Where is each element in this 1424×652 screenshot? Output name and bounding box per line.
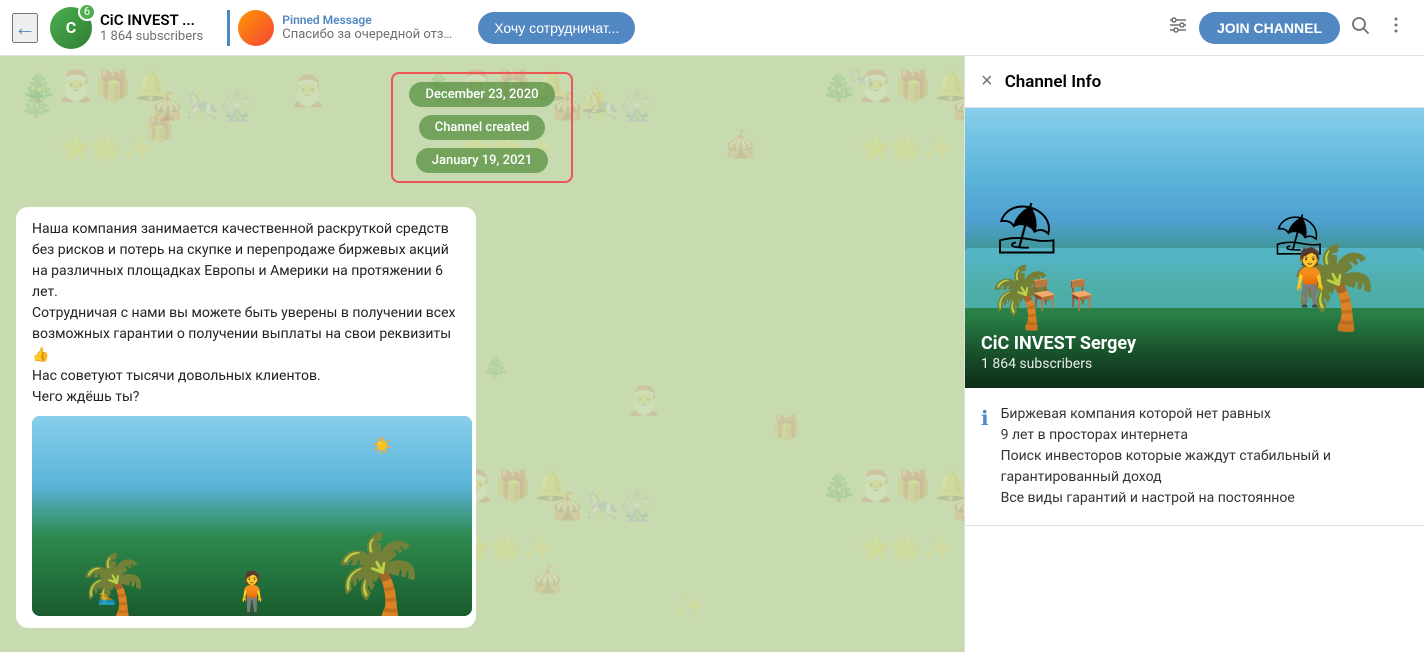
message-text: Наша компания занимается качественной ра… xyxy=(32,219,460,408)
panel-chairs: 🪑🪑 xyxy=(1025,278,1100,313)
channel-created-pill: Channel created xyxy=(419,115,546,140)
image-palm-right: 🌴 xyxy=(328,536,428,616)
main-layout: 🎄 🎁 🎅 ⭐ 🔔 🎪 🎠 🌟 ✨ 🎡 🎄 🎅 🎁 🌟 ⭐ 🔔 🎪 ✨ Dece… xyxy=(0,56,1424,652)
channel-info-header[interactable]: CiC INVEST ... 1 864 subscribers xyxy=(100,11,203,44)
pinned-preview: Спасибо за очередной отзы... xyxy=(282,27,462,42)
panel-channel-subscribers: 1 864 subscribers xyxy=(981,356,1408,372)
desc-line-3: Поиск инвесторов которые жаждут стабильн… xyxy=(1001,446,1408,488)
channel-subscribers: 1 864 subscribers xyxy=(100,29,203,44)
app-header: ← C 6 CiC INVEST ... 1 864 subscribers P… xyxy=(0,0,1424,56)
date-highlight-container: December 23, 2020 Channel created Januar… xyxy=(391,72,572,183)
panel-close-button[interactable]: × xyxy=(981,70,993,93)
filter-button[interactable] xyxy=(1161,8,1195,47)
header-left: ← C 6 CiC INVEST ... 1 864 subscribers P… xyxy=(12,7,1161,49)
panel-person: 🧍 xyxy=(1276,246,1344,310)
image-pool: 🏊 xyxy=(98,590,115,606)
date-pill-1: December 23, 2020 xyxy=(409,82,554,107)
pinned-label: Pinned Message xyxy=(282,13,462,27)
panel-title: Channel Info xyxy=(1005,72,1102,92)
info-icon: ℹ xyxy=(981,406,989,430)
date-pill-2: January 19, 2021 xyxy=(416,148,548,173)
more-button[interactable] xyxy=(1380,9,1412,46)
image-sun: ☀️ xyxy=(372,436,392,455)
right-panel: × Channel Info ⛱ ⛱ 🌴 🌴 🧍 🪑🪑 CiC INVEST S… xyxy=(964,56,1424,652)
desc-line-1: Биржевая компания которой нет равных xyxy=(1001,404,1408,425)
search-icon xyxy=(1350,15,1370,35)
pinned-avatar xyxy=(238,10,274,46)
desc-line-4: Все виды гарантий и настрой на постоянно… xyxy=(1001,488,1408,509)
image-person: 🧍 xyxy=(227,569,277,616)
chat-content: December 23, 2020 Channel created Januar… xyxy=(16,72,948,628)
filter-icon xyxy=(1167,14,1189,36)
join-channel-button[interactable]: JOIN CHANNEL xyxy=(1199,12,1340,44)
panel-description: ℹ Биржевая компания которой нет равных 9… xyxy=(965,388,1424,526)
image-palm-left: 🌴 xyxy=(76,556,151,616)
notification-badge: 6 xyxy=(78,3,96,21)
pinned-message[interactable]: Pinned Message Спасибо за очередной отзы… xyxy=(227,10,462,46)
message-bubble: Наша компания занимается качественной ра… xyxy=(16,207,476,628)
panel-umbrella1: ⛱ xyxy=(995,200,1058,258)
search-button[interactable] xyxy=(1344,9,1376,46)
header-actions: JOIN CHANNEL xyxy=(1161,8,1412,47)
desc-line-2: 9 лет в просторах интернета xyxy=(1001,425,1408,446)
more-icon xyxy=(1386,15,1406,35)
collaborate-button[interactable]: Хочу сотрудничат... xyxy=(478,12,635,44)
pinned-text: Pinned Message Спасибо за очередной отзы… xyxy=(282,13,462,42)
panel-channel-name: CiC INVEST Sergey xyxy=(981,333,1408,354)
chat-area[interactable]: 🎄 🎁 🎅 ⭐ 🔔 🎪 🎠 🌟 ✨ 🎡 🎄 🎅 🎁 🌟 ⭐ 🔔 🎪 ✨ Dece… xyxy=(0,56,964,652)
description-text: Биржевая компания которой нет равных 9 л… xyxy=(1001,404,1408,509)
panel-image: ⛱ ⛱ 🌴 🌴 🧍 🪑🪑 CiC INVEST Sergey 1 864 sub… xyxy=(965,108,1424,388)
panel-header: × Channel Info xyxy=(965,56,1424,108)
panel-overlay: CiC INVEST Sergey 1 864 subscribers xyxy=(965,317,1424,388)
message-image: 🌴 🌴 🧍 🏊 ☀️ xyxy=(32,416,472,616)
avatar-container: C 6 xyxy=(50,7,92,49)
channel-name: CiC INVEST ... xyxy=(100,11,203,29)
back-button[interactable]: ← xyxy=(12,13,38,43)
